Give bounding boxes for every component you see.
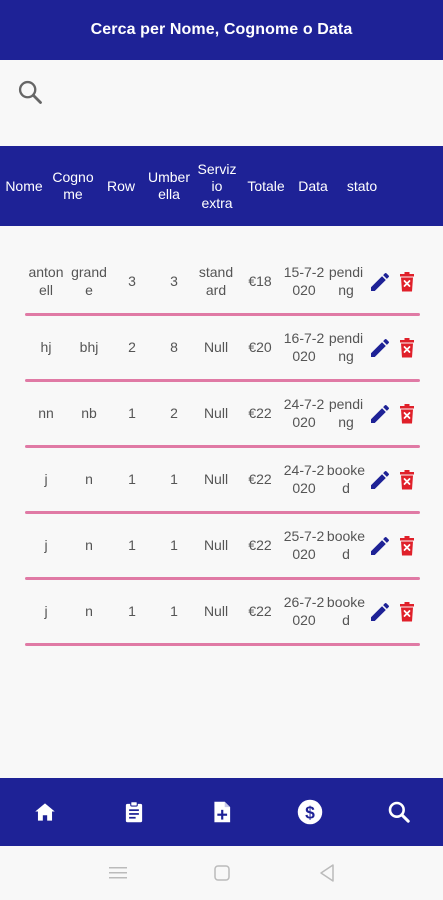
back-icon[interactable] (316, 862, 340, 884)
cell-servizio: Null (203, 405, 229, 421)
clipboard-icon (125, 801, 143, 823)
pencil-icon[interactable] (368, 600, 392, 624)
page-title: Cerca per Nome, Cognome o Data (90, 21, 353, 38)
menu-icon[interactable] (106, 862, 130, 884)
cell-row: 1 (128, 603, 136, 619)
cell-umbrella: 8 (170, 339, 178, 355)
cell-umbrella: 1 (170, 471, 178, 487)
table-row: nn nb 1 2 Null €22 24-7-2 020 pendi ng (0, 380, 443, 446)
cell-stato: booke d (326, 594, 366, 628)
table-row: anton ell grand e 3 3 stand ard €18 15-7-2 020… (0, 248, 443, 314)
search-icon[interactable] (16, 78, 44, 106)
cell-servizio: Null (203, 339, 229, 355)
system-navigation-bar (0, 846, 443, 900)
cell-servizio: Null (203, 537, 229, 553)
bottom-navigation: $ (0, 778, 443, 846)
cell-cognome: n (85, 471, 93, 487)
cell-stato: booke d (326, 462, 366, 496)
trash-icon[interactable] (395, 336, 419, 360)
column-header-data[interactable]: Data (292, 146, 334, 226)
cell-nome: nn (38, 405, 54, 421)
cell-data: 24-7-2 020 (283, 396, 325, 430)
cell-totale: €22 (248, 405, 272, 421)
nav-search[interactable] (369, 778, 429, 846)
trash-icon[interactable] (395, 270, 419, 294)
dollar-icon: $ (297, 799, 323, 825)
cell-nome: j (44, 471, 48, 487)
cell-data: 24-7-2 020 (283, 462, 325, 496)
cell-row: 1 (128, 405, 136, 421)
pencil-icon[interactable] (368, 336, 392, 360)
trash-icon[interactable] (395, 402, 419, 426)
cell-totale: €20 (248, 339, 272, 355)
home-square-icon[interactable] (210, 862, 234, 884)
cell-data: 25-7-2 020 (283, 528, 325, 562)
column-header-stato[interactable]: stato (336, 146, 388, 226)
svg-text:$: $ (305, 802, 315, 822)
add-file-icon (214, 801, 231, 823)
pencil-icon[interactable] (368, 534, 392, 558)
nav-payments[interactable]: $ (280, 778, 340, 846)
cell-stato: pendi ng (328, 396, 364, 430)
cell-row: 1 (128, 537, 136, 553)
cell-totale: €22 (248, 603, 272, 619)
home-icon (35, 803, 55, 821)
search-input[interactable] (56, 76, 426, 108)
cell-umbrella: 2 (170, 405, 178, 421)
nav-home[interactable] (15, 778, 75, 846)
cell-data: 16-7-2 020 (283, 330, 325, 364)
column-header-nome[interactable]: Nome (0, 146, 48, 226)
table-row: j n 1 1 Null €22 24-7-2 020 booke d (0, 446, 443, 512)
column-header-row[interactable]: Row (100, 146, 142, 226)
table-row: j n 1 1 Null €22 26-7-2 020 booke d (0, 578, 443, 644)
cell-nome: j (44, 537, 48, 553)
trash-icon[interactable] (395, 468, 419, 492)
column-header-servizio[interactable]: Serviz io extra (193, 146, 241, 226)
cell-cognome: nb (81, 405, 97, 421)
cell-umbrella: 1 (170, 537, 178, 553)
column-header-umbrella[interactable]: Umber ella (145, 146, 193, 226)
pencil-icon[interactable] (368, 468, 392, 492)
cell-nome: hj (40, 339, 52, 355)
search-icon (388, 801, 410, 823)
nav-bookings[interactable] (104, 778, 164, 846)
cell-row: 1 (128, 471, 136, 487)
cell-cognome: grand e (71, 264, 107, 298)
nav-add-booking[interactable] (192, 778, 252, 846)
cell-totale: €22 (248, 537, 272, 553)
row-divider (25, 643, 420, 646)
cell-cognome: bhj (79, 339, 99, 355)
cell-umbrella: 1 (170, 603, 178, 619)
cell-row: 2 (128, 339, 136, 355)
cell-cognome: n (85, 537, 93, 553)
cell-data: 15-7-2 020 (283, 264, 325, 298)
column-header-totale[interactable]: Totale (241, 146, 291, 226)
cell-umbrella: 3 (170, 273, 178, 289)
app-header: Cerca per Nome, Cognome o Data (0, 0, 443, 60)
cell-row: 3 (128, 273, 136, 289)
table-row: hj bhj 2 8 Null €20 16-7-2 020 pendi ng (0, 314, 443, 380)
trash-icon[interactable] (395, 534, 419, 558)
cell-totale: €18 (248, 273, 272, 289)
cell-stato: booke d (326, 528, 366, 562)
table-row: j n 1 1 Null €22 25-7-2 020 booke d (0, 512, 443, 578)
pencil-icon[interactable] (368, 270, 392, 294)
cell-cognome: n (85, 603, 93, 619)
cell-nome: anton ell (28, 264, 64, 298)
cell-stato: pendi ng (328, 264, 364, 298)
cell-nome: j (44, 603, 48, 619)
table-header: Nome Cogno me Row Umber ella Serviz io e… (0, 146, 443, 226)
cell-servizio: Null (203, 471, 229, 487)
cell-servizio: stand ard (198, 264, 234, 298)
pencil-icon[interactable] (368, 402, 392, 426)
cell-data: 26-7-2 020 (283, 594, 325, 628)
trash-icon[interactable] (395, 600, 419, 624)
search-bar (0, 60, 443, 145)
column-header-cognome[interactable]: Cogno me (48, 146, 98, 226)
cell-totale: €22 (248, 471, 272, 487)
cell-stato: pendi ng (328, 330, 364, 364)
cell-servizio: Null (203, 603, 229, 619)
